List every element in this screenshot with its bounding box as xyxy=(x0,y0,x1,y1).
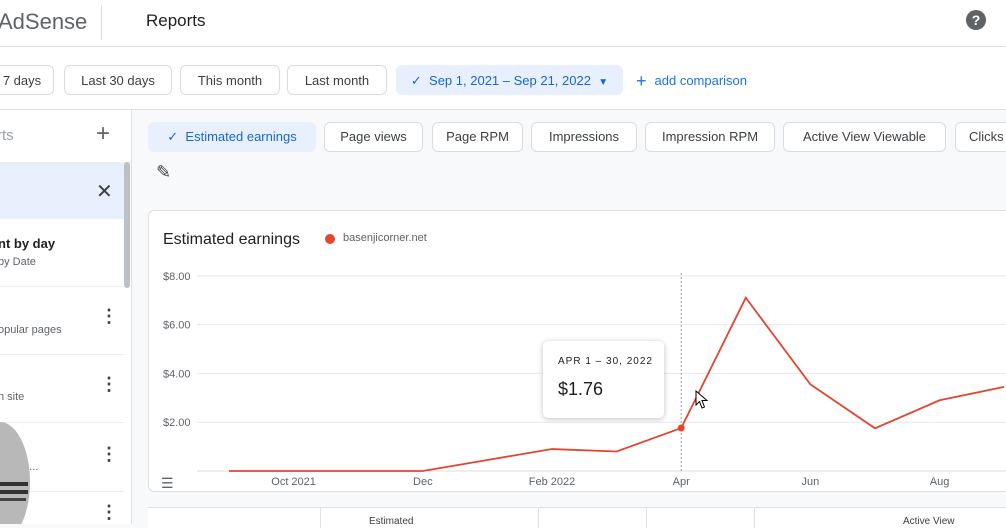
dropdown-arrow-icon: ▼ xyxy=(598,77,609,88)
table-toggle-icon[interactable]: ☰ xyxy=(161,475,174,492)
y-tick-label: $2.00 xyxy=(163,417,191,429)
column-label: Active View xyxy=(903,516,955,527)
report-item-popular-pages[interactable]: opular pages ⋮ xyxy=(0,287,124,355)
more-vert-icon[interactable]: ⋮ xyxy=(100,503,118,521)
report-item-by-day[interactable]: nt by day by Date xyxy=(0,220,124,287)
divider xyxy=(101,6,102,40)
metric-clicks[interactable]: Clicks xyxy=(955,122,1006,152)
highlighted-data-point xyxy=(677,424,685,432)
webcam-overlay-image xyxy=(0,422,30,524)
check-icon: ✓ xyxy=(167,129,179,144)
metric-estimated-earnings[interactable]: ✓ Estimated earnings xyxy=(148,122,316,152)
chip-last-month[interactable]: Last month xyxy=(287,65,387,95)
chip-this-month[interactable]: This month xyxy=(180,65,280,95)
report-item-subtitle: by Date xyxy=(0,256,36,268)
report-item-subtitle: opular pages xyxy=(0,324,62,336)
metric-page-rpm[interactable]: Page RPM xyxy=(432,122,523,152)
column-header[interactable]: Estimated xyxy=(320,508,539,528)
column-header[interactable] xyxy=(646,508,755,528)
plus-icon: + xyxy=(636,71,647,91)
x-tick-label: Feb 2022 xyxy=(529,476,575,488)
x-tick-label: Jun xyxy=(802,476,820,488)
adsense-logo[interactable]: AdSense xyxy=(0,9,87,35)
chart-title: Estimated earnings xyxy=(163,231,300,248)
y-tick-label: $6.00 xyxy=(163,320,191,332)
x-tick-label: Aug xyxy=(930,476,950,488)
y-tick-label: $8.00 xyxy=(163,271,191,283)
page-title: Reports xyxy=(146,11,206,30)
x-tick-label: Dec xyxy=(413,476,433,488)
check-icon: ✓ xyxy=(410,73,422,88)
metric-impression-rpm[interactable]: Impression RPM xyxy=(645,122,775,152)
chip-last-30-days[interactable]: Last 30 days xyxy=(64,65,172,95)
column-header[interactable]: Active View xyxy=(754,508,955,528)
x-tick-label: Oct 2021 xyxy=(271,476,316,488)
report-table-header: Estimated Active View xyxy=(148,507,1006,528)
tooltip-date: APR 1 – 30, 2022 xyxy=(558,356,653,367)
edit-pencil-icon[interactable]: ✎ xyxy=(156,162,171,183)
chip-7-days[interactable]: 7 days xyxy=(0,65,54,95)
add-comparison-button[interactable]: + add comparison xyxy=(636,71,747,92)
metric-page-views[interactable]: Page views xyxy=(324,122,423,152)
close-icon[interactable]: ✕ xyxy=(96,179,113,204)
top-bar: AdSense Reports ? xyxy=(0,0,1006,47)
column-label: Estimated xyxy=(369,516,414,527)
date-range-dropdown[interactable]: ✓ Sep 1, 2021 – Sep 21, 2022 ▼ xyxy=(396,65,623,95)
saved-reports-title: rts xyxy=(0,127,14,144)
add-report-icon[interactable]: + xyxy=(96,120,110,148)
help-icon[interactable]: ? xyxy=(966,10,986,30)
report-item-subtitle: h site xyxy=(0,391,25,403)
mouse-cursor-icon xyxy=(695,390,709,409)
metric-label: Estimated earnings xyxy=(185,129,297,144)
scrollbar[interactable] xyxy=(124,162,130,288)
column-header[interactable] xyxy=(538,508,647,528)
add-comparison-label: add comparison xyxy=(654,73,748,88)
more-vert-icon[interactable]: ⋮ xyxy=(100,375,118,393)
metric-active-view-viewable[interactable]: Active View Viewable xyxy=(783,122,946,152)
more-vert-icon[interactable]: ⋮ xyxy=(100,445,118,463)
x-tick-label: Apr xyxy=(673,476,690,488)
more-vert-icon[interactable]: ⋮ xyxy=(100,307,118,325)
report-item-title: nt by day xyxy=(0,236,56,251)
date-filter-bar: 7 days Last 30 days This month Last mont… xyxy=(0,47,1006,110)
date-range-label: Sep 1, 2021 – Sep 21, 2022 xyxy=(429,73,591,88)
selected-report-item[interactable]: ✕ xyxy=(0,163,124,219)
legend-swatch xyxy=(325,234,335,244)
metric-impressions[interactable]: Impressions xyxy=(531,122,637,152)
chart-tooltip: APR 1 – 30, 2022 $1.76 xyxy=(543,341,664,418)
y-tick-label: $4.00 xyxy=(163,368,191,380)
tooltip-value: $1.76 xyxy=(558,379,604,399)
chart-card: $2.00 $4.00 $6.00 $8.00 Oct 2021 Dec Feb 2022 A… xyxy=(148,210,1006,492)
legend-label: basenjicorner.net xyxy=(343,232,427,244)
saved-reports-header: rts + xyxy=(0,110,131,163)
